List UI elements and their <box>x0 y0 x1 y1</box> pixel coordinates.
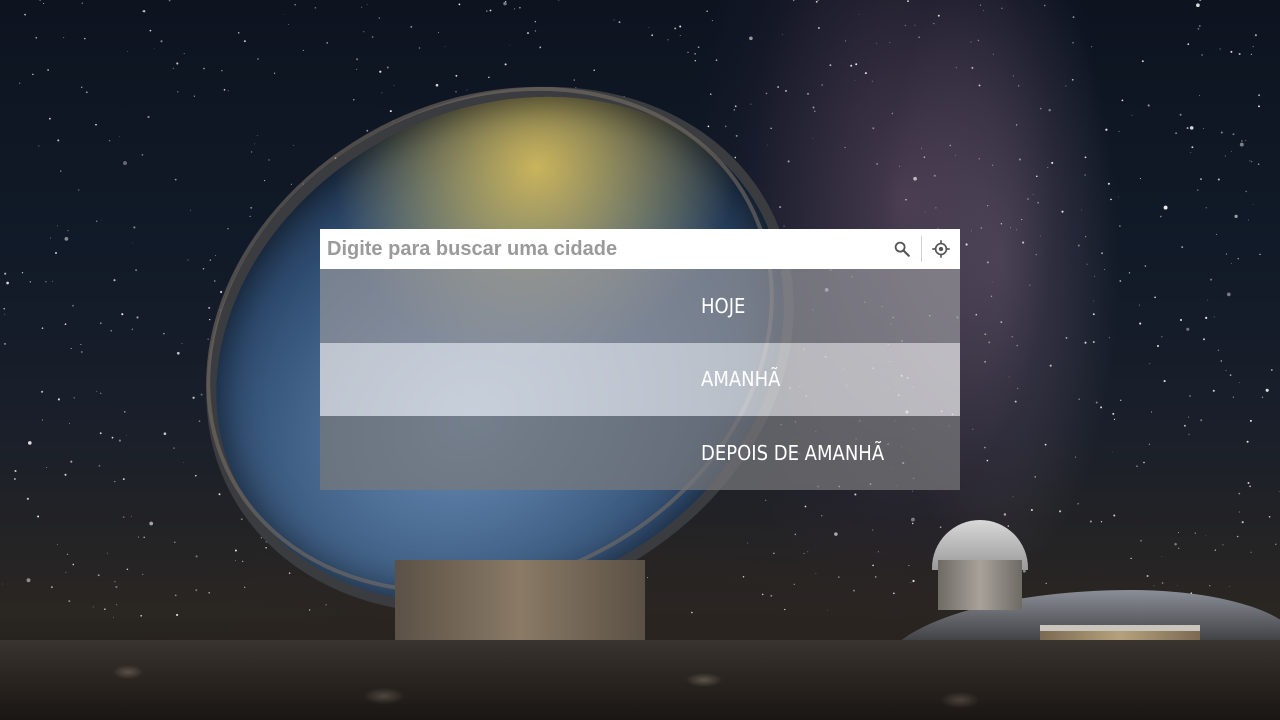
search-button[interactable] <box>883 229 921 269</box>
search-bar <box>320 229 960 269</box>
tab-tomorrow-label: AMANHÃ <box>701 367 781 392</box>
tab-today-label: HOJE <box>701 293 746 318</box>
observatory-dome <box>932 520 1028 610</box>
weather-panel: HOJE AMANHÃ DEPOIS DE AMANHÃ <box>320 229 960 490</box>
city-search-input[interactable] <box>320 229 883 269</box>
tab-tomorrow[interactable]: AMANHÃ <box>320 342 960 416</box>
location-target-icon <box>932 240 950 258</box>
tab-day-after-tomorrow[interactable]: DEPOIS DE AMANHÃ <box>320 416 960 490</box>
search-icon <box>894 241 910 257</box>
tab-today[interactable]: HOJE <box>320 269 960 343</box>
location-button[interactable] <box>922 229 960 269</box>
tab-day-after-tomorrow-label: DEPOIS DE AMANHÃ <box>701 440 885 465</box>
stone-wall <box>0 640 1280 720</box>
telescope-base <box>395 560 645 650</box>
